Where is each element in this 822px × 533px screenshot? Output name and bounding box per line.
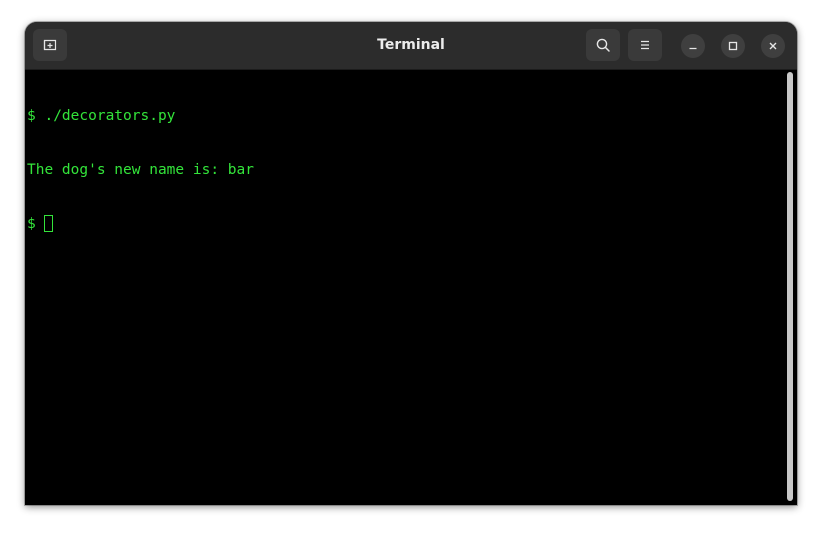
output-text: The dog's new name is: bar [27,162,254,178]
header-bar: Terminal [25,22,797,70]
new-tab-button[interactable] [33,29,67,61]
menu-button[interactable] [628,29,662,61]
minimize-icon [689,47,697,50]
close-icon [769,42,777,50]
maximize-icon [728,41,738,51]
search-icon [596,38,610,52]
terminal-window: Terminal $ ./decorators.py The dog's new… [25,22,797,505]
terminal-line: $ [27,215,785,233]
prompt-symbol: $ [27,108,36,124]
input-text [36,216,45,232]
command-text: ./decorators.py [35,108,176,124]
prompt-symbol: $ [27,216,36,232]
text-cursor [44,215,54,232]
vertical-scrollbar[interactable] [787,72,793,501]
new-tab-icon [43,39,57,51]
maximize-button[interactable] [721,34,745,58]
terminal-output[interactable]: $ ./decorators.py The dog's new name is:… [25,70,785,505]
terminal-line: The dog's new name is: bar [27,161,785,179]
minimize-button[interactable] [681,34,705,58]
hamburger-menu-icon [641,40,649,50]
terminal-line: $ ./decorators.py [27,107,785,125]
search-button[interactable] [586,29,620,61]
close-button[interactable] [761,34,785,58]
